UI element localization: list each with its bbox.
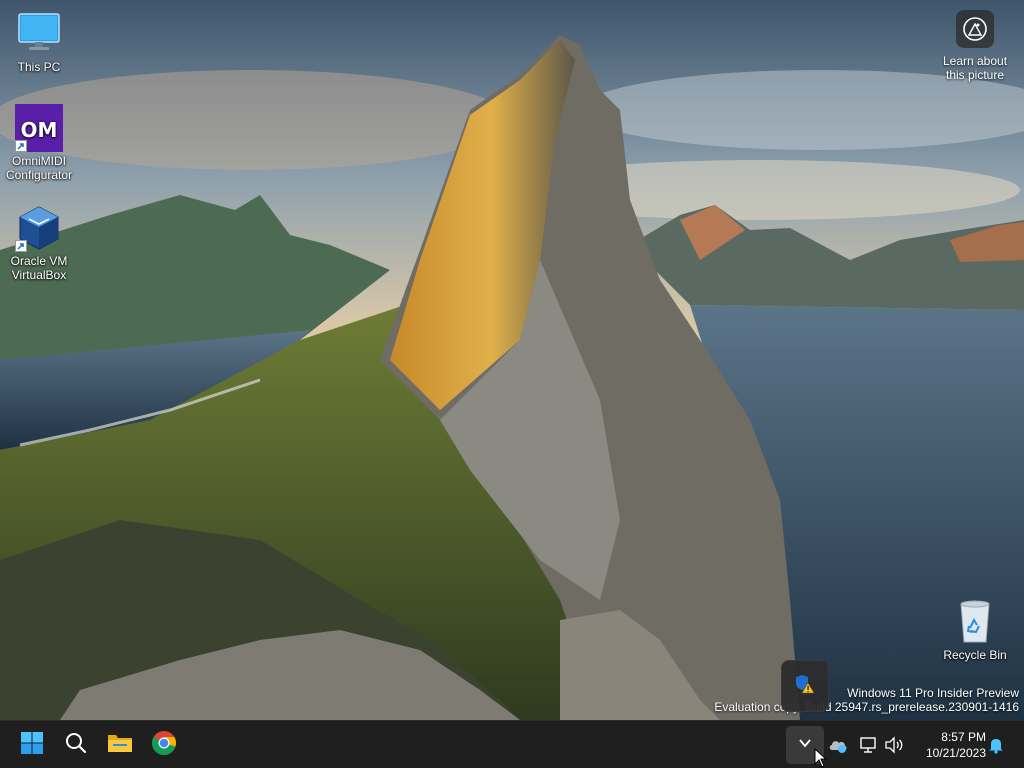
- shortcut-arrow-icon: [15, 240, 27, 252]
- chevron-down-icon: [798, 736, 812, 755]
- windows-start-icon: [20, 731, 44, 760]
- taskbar-clock[interactable]: 8:57 PM 10/21/2023: [914, 729, 986, 761]
- shortcut-arrow-icon: [15, 140, 27, 152]
- camera-icon: [956, 10, 994, 48]
- desktop-icon-label: Recycle Bin: [943, 648, 1007, 662]
- omnimidi-logo-text: OM: [21, 118, 58, 142]
- recycle-bin-icon: [951, 598, 999, 646]
- watermark-edition: Windows 11 Pro Insider Preview: [847, 686, 1019, 700]
- virtualbox-icon: [15, 204, 63, 252]
- wallpaper: [0, 0, 1024, 720]
- clock-time: 8:57 PM: [941, 730, 986, 744]
- volume-icon[interactable]: [884, 735, 904, 755]
- windows-watermark: Windows 11 Pro Insider Preview Evaluatio…: [714, 686, 1019, 714]
- mouse-cursor-icon: [814, 748, 828, 768]
- chrome-icon: [151, 730, 177, 761]
- onedrive-icon[interactable]: [828, 735, 848, 755]
- desktop-icon-omnimidi[interactable]: OM OmniMIDI Configurator: [1, 104, 77, 182]
- file-explorer-button[interactable]: [101, 726, 139, 764]
- monitor-icon: [15, 10, 63, 58]
- omnimidi-icon: OM: [15, 104, 63, 152]
- search-button[interactable]: [57, 726, 95, 764]
- taskbar: 8:57 PM 10/21/2023: [0, 720, 1024, 768]
- desktop-icon-this-pc[interactable]: This PC: [1, 10, 77, 74]
- desktop-icon-label: This PC: [17, 60, 61, 74]
- search-icon: [64, 731, 88, 760]
- tray-overflow-flyout[interactable]: [781, 660, 829, 712]
- learn-picture-label-line2: this picture: [945, 68, 1005, 82]
- desktop-icon-recycle-bin[interactable]: Recycle Bin: [937, 598, 1013, 662]
- desktop[interactable]: This PC OM OmniMIDI Configurator Oracle …: [0, 0, 1024, 720]
- file-explorer-icon: [107, 731, 133, 760]
- learn-about-picture-button[interactable]: Learn about this picture: [934, 10, 1016, 82]
- watermark-build: Evaluation copy. Build 25947.rs_prerelea…: [714, 700, 1019, 714]
- bell-icon[interactable]: [986, 735, 1006, 755]
- desktop-icon-label: OmniMIDI Configurator: [5, 154, 73, 182]
- windows-security-warning-icon[interactable]: [794, 673, 816, 700]
- start-button[interactable]: [13, 726, 51, 764]
- learn-picture-label-line1: Learn about: [942, 54, 1008, 68]
- chrome-button[interactable]: [145, 726, 183, 764]
- desktop-icon-virtualbox[interactable]: Oracle VM VirtualBox: [1, 204, 77, 282]
- network-icon[interactable]: [858, 735, 878, 755]
- clock-date: 10/21/2023: [925, 746, 986, 760]
- desktop-icon-label: Oracle VM VirtualBox: [10, 254, 68, 282]
